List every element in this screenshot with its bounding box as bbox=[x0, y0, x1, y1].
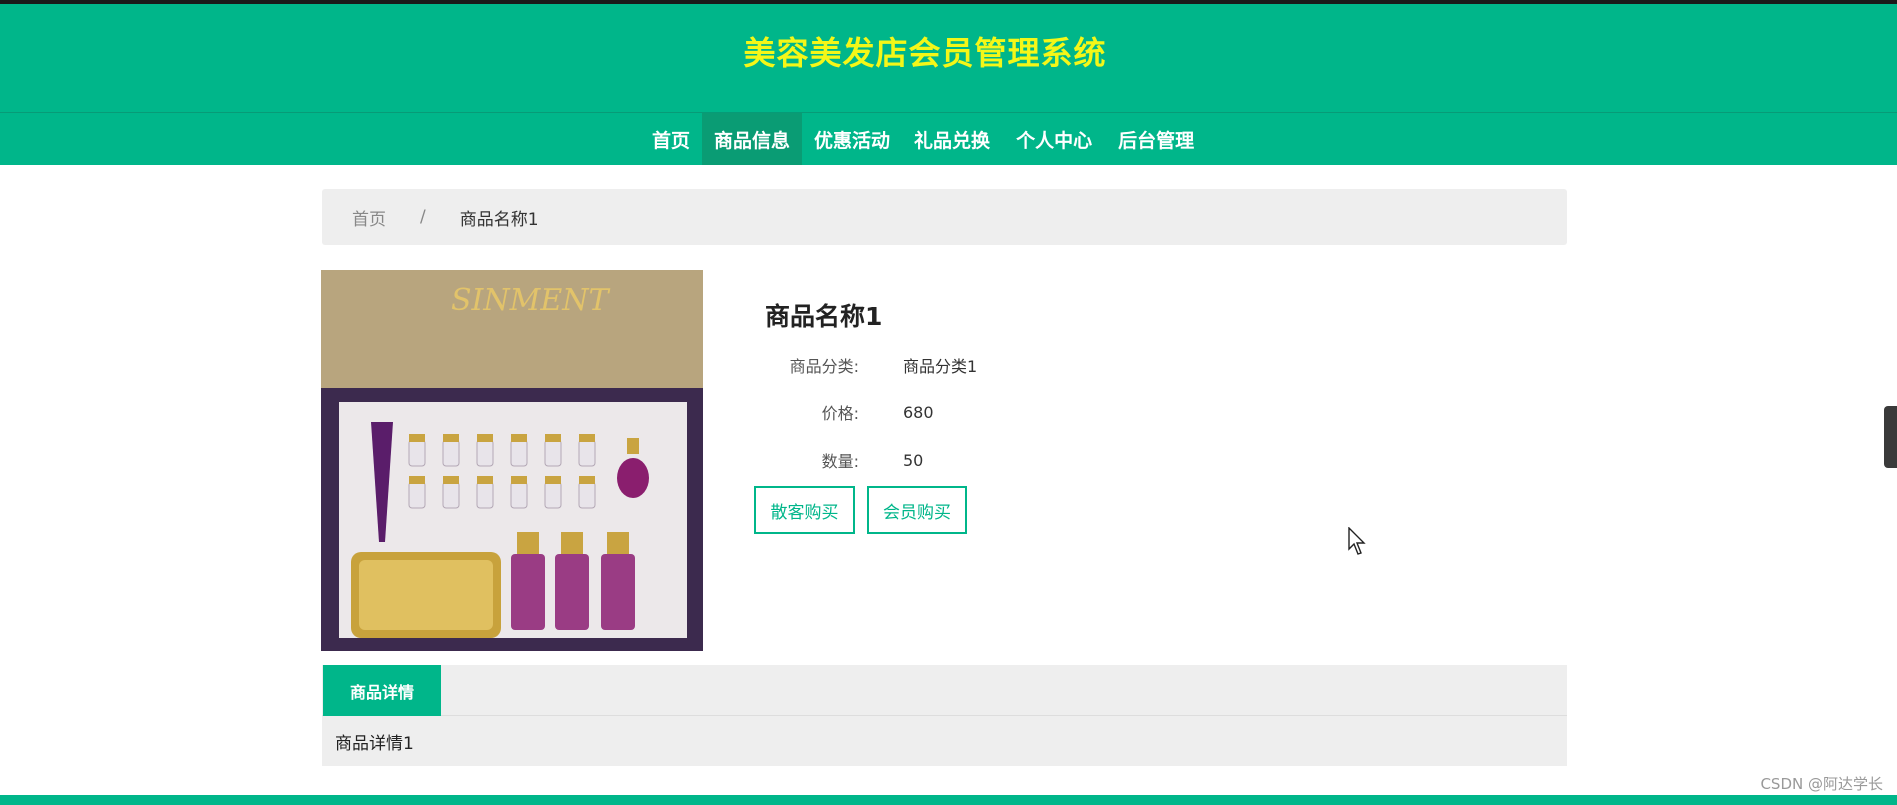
nav-item-products[interactable]: 商品信息 bbox=[702, 113, 803, 165]
nav-item-home[interactable]: 首页 bbox=[640, 113, 702, 165]
quantity-value: 50 bbox=[903, 450, 924, 470]
side-panel-toggle[interactable] bbox=[1884, 406, 1897, 468]
details-tabs: 商品详情 bbox=[322, 665, 1567, 716]
main-navbar: 首页 商品信息 优惠活动 礼品兑换 个人中心 后台管理 bbox=[0, 113, 1897, 165]
nav-item-gift-exchange[interactable]: 礼品兑换 bbox=[902, 113, 1002, 165]
breadcrumb-current: 商品名称1 bbox=[459, 209, 539, 230]
price-value: 680 bbox=[903, 402, 934, 422]
guest-buy-button[interactable]: 散客购买 bbox=[754, 486, 855, 534]
nav-list: 首页 商品信息 优惠活动 礼品兑换 个人中心 后台管理 bbox=[640, 113, 1206, 165]
site-header: 美容美发店会员管理系统 bbox=[0, 4, 1897, 113]
member-buy-button[interactable]: 会员购买 bbox=[867, 486, 967, 534]
tab-product-details[interactable]: 商品详情 bbox=[323, 665, 441, 716]
category-label: 商品分类: bbox=[789, 357, 859, 376]
mouse-cursor-icon bbox=[1348, 527, 1366, 555]
info-row-quantity: 数量: 50 bbox=[765, 447, 924, 473]
breadcrumb-home-link[interactable]: 首页 bbox=[352, 205, 386, 230]
watermark-text: CSDN @阿达学长 bbox=[1760, 775, 1883, 793]
nav-item-admin[interactable]: 后台管理 bbox=[1106, 113, 1206, 165]
nav-item-promotions[interactable]: 优惠活动 bbox=[802, 113, 902, 165]
info-row-price: 价格: 680 bbox=[765, 399, 934, 425]
nav-item-personal-center[interactable]: 个人中心 bbox=[1002, 113, 1106, 165]
site-title: 美容美发店会员管理系统 bbox=[743, 34, 1107, 72]
breadcrumb-separator: / bbox=[420, 207, 426, 227]
product-photo-icon: SINMENT bbox=[321, 270, 703, 651]
product-image: SINMENT bbox=[321, 270, 703, 651]
details-content: 商品详情1 bbox=[322, 716, 1567, 766]
footer-bar bbox=[0, 795, 1897, 805]
price-label: 价格: bbox=[821, 404, 859, 423]
quantity-label: 数量: bbox=[821, 452, 859, 471]
product-name: 商品名称1 bbox=[765, 302, 883, 331]
category-value: 商品分类1 bbox=[903, 357, 978, 376]
breadcrumb: 首页 / 商品名称1 bbox=[322, 189, 1567, 245]
info-row-category: 商品分类: 商品分类1 bbox=[765, 352, 978, 378]
svg-text:SINMENT: SINMENT bbox=[451, 283, 611, 318]
